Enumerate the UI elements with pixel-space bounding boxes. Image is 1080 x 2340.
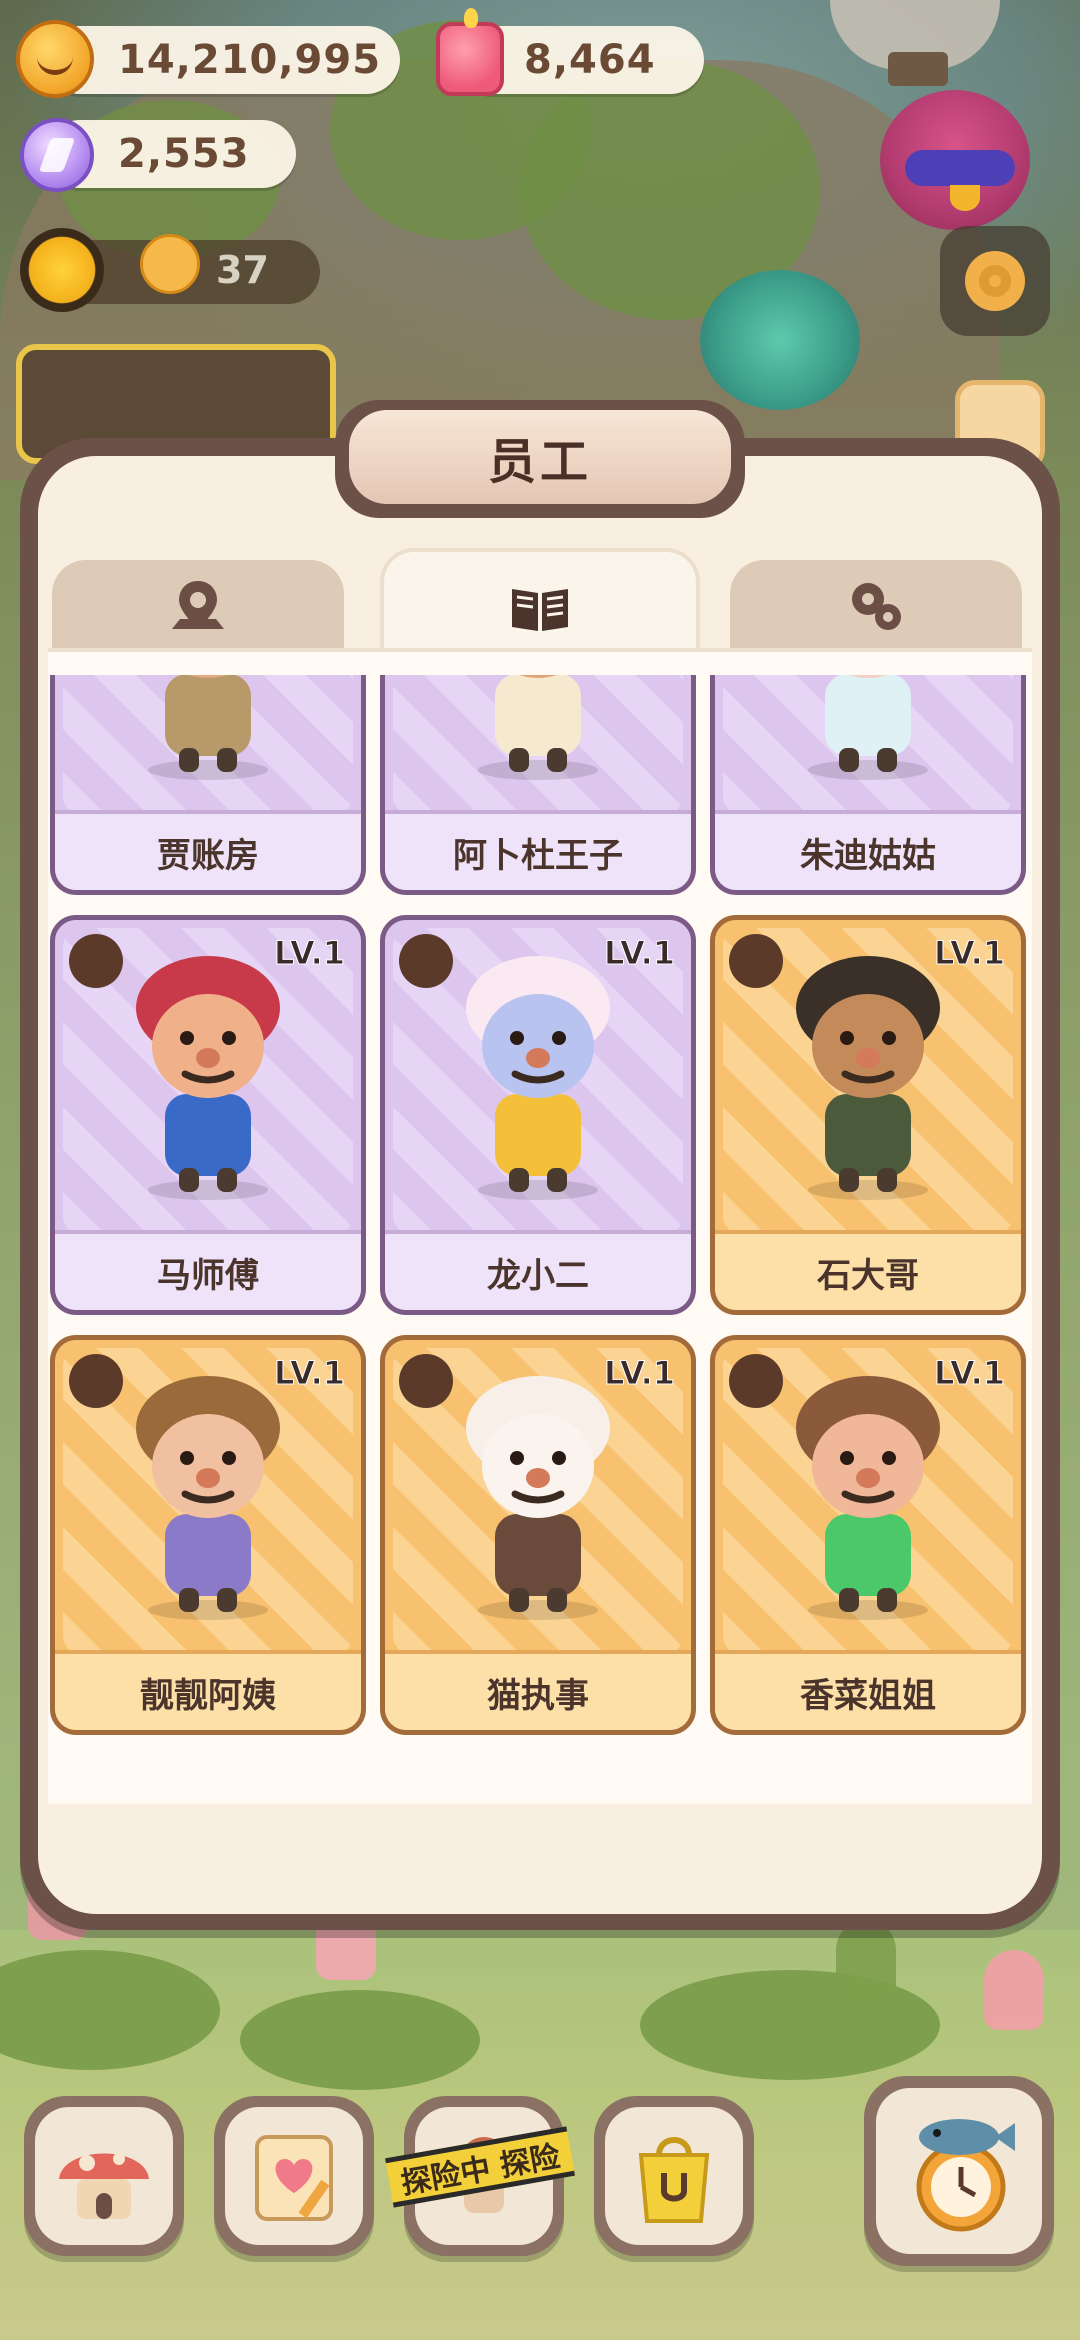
map-pin-icon — [172, 581, 224, 629]
staff-name: 马师傅 — [55, 1230, 361, 1310]
open-book-icon — [512, 589, 568, 631]
gears-icon — [852, 583, 901, 630]
nav-notebook-button[interactable] — [214, 2096, 374, 2256]
staff-card[interactable]: LV.1 靓靓阿姨 — [50, 1335, 366, 1735]
staff-card[interactable]: LV.1 龙小二 — [380, 915, 696, 1315]
bird-beak — [950, 185, 980, 211]
staff-card[interactable]: 阿卜杜王子 — [380, 675, 696, 895]
cookie-counter[interactable]: 14,210,995 — [46, 26, 400, 94]
staff-count: 37 — [216, 248, 269, 292]
shop-bag-icon — [638, 2137, 710, 2223]
staff-card[interactable]: LV.1 香菜姐姐 — [710, 1335, 1026, 1735]
gear-icon — [965, 251, 1025, 311]
staff-card[interactable]: 朱迪姑姑 — [710, 675, 1026, 895]
cookie-amount: 14,210,995 — [118, 37, 382, 83]
candle-amount: 8,464 — [524, 37, 656, 83]
staff-level: LV.1 — [603, 934, 675, 973]
fish-alarm-icon — [916, 2119, 1015, 2232]
staff-name: 龙小二 — [385, 1230, 691, 1310]
staff-card[interactable]: 贾账房 — [50, 675, 366, 895]
staff-level: LV.1 — [933, 934, 1005, 973]
fluffy-character — [700, 270, 860, 410]
staff-name: 猫执事 — [385, 1650, 691, 1730]
staff-level: LV.1 — [273, 934, 345, 973]
status-dot — [399, 1354, 453, 1408]
staff-portrait — [136, 1376, 280, 1620]
staff-portrait — [796, 956, 940, 1200]
gem-amount: 2,553 — [118, 131, 250, 177]
balloon-basket — [888, 52, 948, 86]
status-dot — [69, 934, 123, 988]
staff-portrait — [808, 675, 928, 780]
chick-icon — [140, 234, 200, 294]
candle-icon — [436, 8, 504, 96]
heart-notebook-icon — [255, 2135, 333, 2221]
staff-portrait — [796, 1376, 940, 1620]
status-dot — [729, 934, 783, 988]
staff-portrait — [466, 956, 610, 1200]
staff-name: 靓靓阿姨 — [55, 1650, 361, 1730]
background-character — [836, 1920, 896, 2000]
staff-grid: 贾账房 阿卜杜王子 朱迪姑姑 LV.1 马师傅 LV.1 龙小二 LV.1 石大哥 LV.1 靓靓阿… — [50, 675, 1030, 1787]
staff-level: LV.1 — [603, 1354, 675, 1393]
staff-portrait — [148, 675, 268, 780]
staff-name: 石大哥 — [715, 1230, 1021, 1310]
nav-home-button[interactable] — [24, 2096, 184, 2256]
staff-name: 阿卜杜王子 — [385, 810, 691, 890]
staff-level: LV.1 — [933, 1354, 1005, 1393]
bird-mask — [905, 150, 1015, 186]
status-dot — [69, 1354, 123, 1408]
staff-portrait — [478, 675, 598, 780]
cookie-coin-icon — [16, 20, 94, 98]
status-dot — [399, 934, 453, 988]
staff-card[interactable]: LV.1 石大哥 — [710, 915, 1026, 1315]
staff-level: LV.1 — [273, 1354, 345, 1393]
tab-skills[interactable] — [730, 560, 1022, 654]
staff-name: 香菜姐姐 — [715, 1650, 1021, 1730]
nav-shop-button[interactable] — [594, 2096, 754, 2256]
background-character — [984, 1950, 1044, 2030]
staff-portrait — [466, 1376, 610, 1620]
staff-portrait — [136, 956, 280, 1200]
staff-name: 贾账房 — [55, 810, 361, 890]
gem-icon — [20, 118, 94, 192]
mushroom-house-icon — [59, 2153, 149, 2219]
status-dot — [729, 1354, 783, 1408]
settings-button[interactable] — [940, 226, 1050, 336]
staff-card[interactable]: LV.1 猫执事 — [380, 1335, 696, 1735]
nav-alarm-button[interactable] — [864, 2076, 1054, 2266]
sun-icon — [20, 228, 104, 312]
bush — [240, 1990, 480, 2090]
tab-divider — [48, 648, 1032, 652]
tab-location[interactable] — [52, 560, 344, 654]
staff-card[interactable]: LV.1 马师傅 — [50, 915, 366, 1315]
staff-name: 朱迪姑姑 — [715, 810, 1021, 890]
panel-title: 员工 — [349, 410, 731, 504]
